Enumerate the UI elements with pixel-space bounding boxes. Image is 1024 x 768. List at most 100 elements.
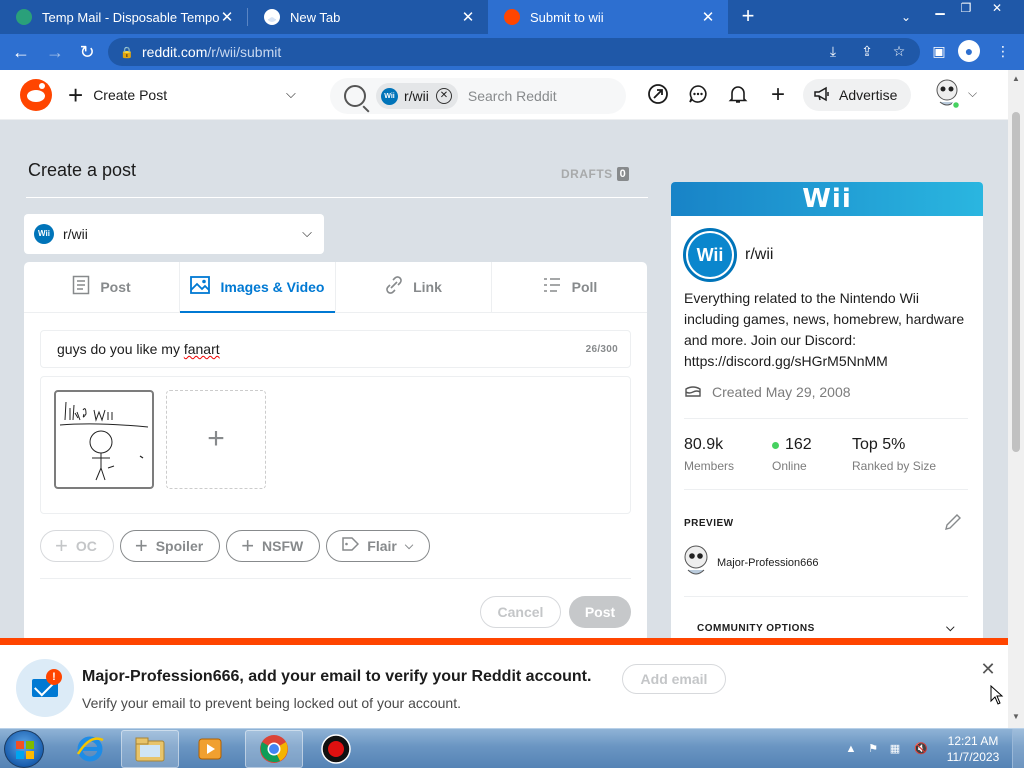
page-scrollbar[interactable]: ▲ ▼ xyxy=(1008,70,1024,728)
user-avatar[interactable] xyxy=(932,78,962,110)
tab-link[interactable]: Link xyxy=(336,262,492,312)
members-count: 80.9k xyxy=(684,436,724,453)
create-post-dropdown[interactable]: + Create Post ⌵ xyxy=(68,82,296,108)
show-desktop-button[interactable] xyxy=(1012,729,1024,768)
advertise-button[interactable]: Advertise xyxy=(803,79,911,111)
tab-images-video[interactable]: Images & Video xyxy=(180,262,336,313)
reddit-logo-icon[interactable] xyxy=(20,79,52,111)
reddit-header: + Create Post ⌵ Wii r/wii ✕ + Advertise … xyxy=(0,70,1008,120)
flair-button[interactable]: Flair ⌵ xyxy=(326,530,431,562)
oc-button[interactable]: + OC xyxy=(40,530,114,562)
rank-stat: Top 5% Ranked by Size xyxy=(852,436,936,473)
scroll-down-arrow-icon[interactable]: ▼ xyxy=(1008,712,1024,721)
title-char-counter: 26/300 xyxy=(585,344,618,355)
members-label: Members xyxy=(684,459,735,473)
chrome-taskbar-icon[interactable] xyxy=(245,730,303,768)
search-community-chip[interactable]: Wii r/wii ✕ xyxy=(376,83,458,109)
community-avatar[interactable]: Wii xyxy=(683,228,737,282)
community-description: Everything related to the Nintendo Wii i… xyxy=(684,290,965,369)
show-hidden-icons-arrow-icon[interactable]: ▲ xyxy=(844,742,858,756)
close-tab-icon[interactable]: ✕ xyxy=(700,8,716,26)
minimize-window-button[interactable]: ▁ xyxy=(926,0,954,18)
browser-menu-icon[interactable]: ⋮ xyxy=(992,40,1014,62)
install-app-icon[interactable]: ⤓ xyxy=(822,40,844,62)
popular-arrow-icon[interactable] xyxy=(646,83,670,107)
browser-tab-submit-to-wii[interactable]: Submit to wii ✕ xyxy=(488,0,728,34)
network-icon[interactable]: ▦ xyxy=(888,742,902,756)
back-arrow-icon[interactable]: ← xyxy=(8,40,34,64)
windows-taskbar: ▲ ⚑ ▦ 🔇 12:21 AM 11/7/2023 xyxy=(0,728,1024,768)
new-tab-button[interactable]: + xyxy=(736,4,760,30)
scrollbar-thumb[interactable] xyxy=(1012,112,1020,452)
poll-icon xyxy=(542,276,562,299)
post-title-input[interactable]: guys do you like my fanart 26/300 xyxy=(40,330,631,368)
mouse-cursor-icon xyxy=(990,684,1004,705)
tab-post[interactable]: Post xyxy=(24,262,180,312)
drafts-button[interactable]: DRAFTS 0 xyxy=(561,167,630,181)
profile-icon[interactable]: ● xyxy=(958,40,980,62)
verify-email-subtitle: Verify your email to prevent being locke… xyxy=(82,695,461,711)
user-menu-chevron-icon[interactable]: ⌵ xyxy=(968,86,977,101)
page-title: Create a post xyxy=(28,160,137,180)
scroll-up-arrow-icon[interactable]: ▲ xyxy=(1008,74,1024,83)
media-player-taskbar-icon[interactable] xyxy=(181,730,239,768)
close-tab-icon[interactable]: ✕ xyxy=(460,8,476,26)
side-panel-icon[interactable]: ▣ xyxy=(928,40,950,62)
pencil-edit-icon[interactable] xyxy=(943,512,963,532)
composer-divider xyxy=(40,578,631,579)
spoiler-button[interactable]: + Spoiler xyxy=(119,530,221,562)
community-options-toggle[interactable]: COMMUNITY OPTIONS ⌵ xyxy=(697,622,955,634)
browser-tab-temp-mail[interactable]: Temp Mail - Disposable Tempora ✕ xyxy=(0,0,247,34)
browser-tab-new-tab[interactable]: New Tab ✕ xyxy=(248,0,488,34)
tab-poll[interactable]: Poll xyxy=(492,262,647,312)
search-input[interactable] xyxy=(467,88,608,104)
media-upload-area[interactable]: + xyxy=(40,376,631,514)
chat-icon[interactable] xyxy=(686,83,710,107)
create-post-label: Create Post xyxy=(93,87,168,103)
uploaded-image-thumbnail[interactable] xyxy=(54,390,154,489)
lock-icon: 🔒 xyxy=(120,46,134,59)
forward-arrow-icon[interactable]: → xyxy=(42,40,68,64)
start-button[interactable] xyxy=(4,730,44,768)
taskbar-clock[interactable]: 12:21 AM 11/7/2023 xyxy=(938,733,1008,765)
cake-icon xyxy=(684,382,702,402)
share-icon[interactable]: ⇪ xyxy=(856,40,878,62)
chevron-down-icon: ⌵ xyxy=(946,622,955,634)
close-tab-icon[interactable]: ✕ xyxy=(219,8,235,26)
post-submit-button[interactable]: Post xyxy=(569,596,631,628)
clock-time: 12:21 AM xyxy=(947,734,999,748)
chrome-favicon-icon xyxy=(264,9,280,25)
sidebar-divider xyxy=(684,489,968,490)
search-bar[interactable]: Wii r/wii ✕ xyxy=(330,78,626,114)
plus-icon: + xyxy=(55,533,68,558)
create-plus-icon[interactable]: + xyxy=(766,83,790,107)
community-name[interactable]: r/wii xyxy=(745,246,773,264)
drafts-count-badge: 0 xyxy=(616,167,630,181)
nsfw-button[interactable]: + NSFW xyxy=(226,530,321,562)
volume-muted-icon[interactable]: 🔇 xyxy=(914,742,928,756)
tab-title: New Tab xyxy=(290,9,341,25)
flag-alert-icon[interactable]: ⚑ xyxy=(866,742,880,756)
remove-chip-icon[interactable]: ✕ xyxy=(435,88,452,104)
close-window-button[interactable]: ✕ xyxy=(984,0,1010,18)
bookmark-star-icon[interactable]: ☆ xyxy=(888,40,910,62)
file-explorer-taskbar-icon[interactable] xyxy=(121,730,179,768)
restore-window-button[interactable]: ❐ xyxy=(952,0,980,18)
address-bar[interactable]: 🔒 reddit.com/r/wii/submit xyxy=(108,38,920,66)
preview-username: Major-Profession666 xyxy=(717,556,819,569)
tab-search-chevron-icon[interactable]: ⌄ xyxy=(896,6,916,28)
close-icon[interactable]: ✕ xyxy=(978,659,998,679)
title-misspelled-word: fanart xyxy=(183,341,220,357)
email-warning-icon: ! xyxy=(16,659,74,717)
reload-icon[interactable]: ↻ xyxy=(74,40,100,64)
screen-recorder-taskbar-icon[interactable] xyxy=(307,730,365,768)
community-selector[interactable]: Wii r/wii ⌵ xyxy=(24,214,324,254)
internet-explorer-taskbar-icon[interactable] xyxy=(61,730,119,768)
notification-bell-icon[interactable] xyxy=(726,83,750,107)
add-email-button[interactable]: Add email xyxy=(622,664,726,694)
nsfw-label: NSFW xyxy=(262,538,304,554)
preview-user: Major-Profession666 xyxy=(681,544,819,581)
post-type-tabs: Post Images & Video Link Poll xyxy=(24,262,647,313)
cancel-button[interactable]: Cancel xyxy=(480,596,561,628)
add-media-plus-button[interactable]: + xyxy=(166,390,266,489)
